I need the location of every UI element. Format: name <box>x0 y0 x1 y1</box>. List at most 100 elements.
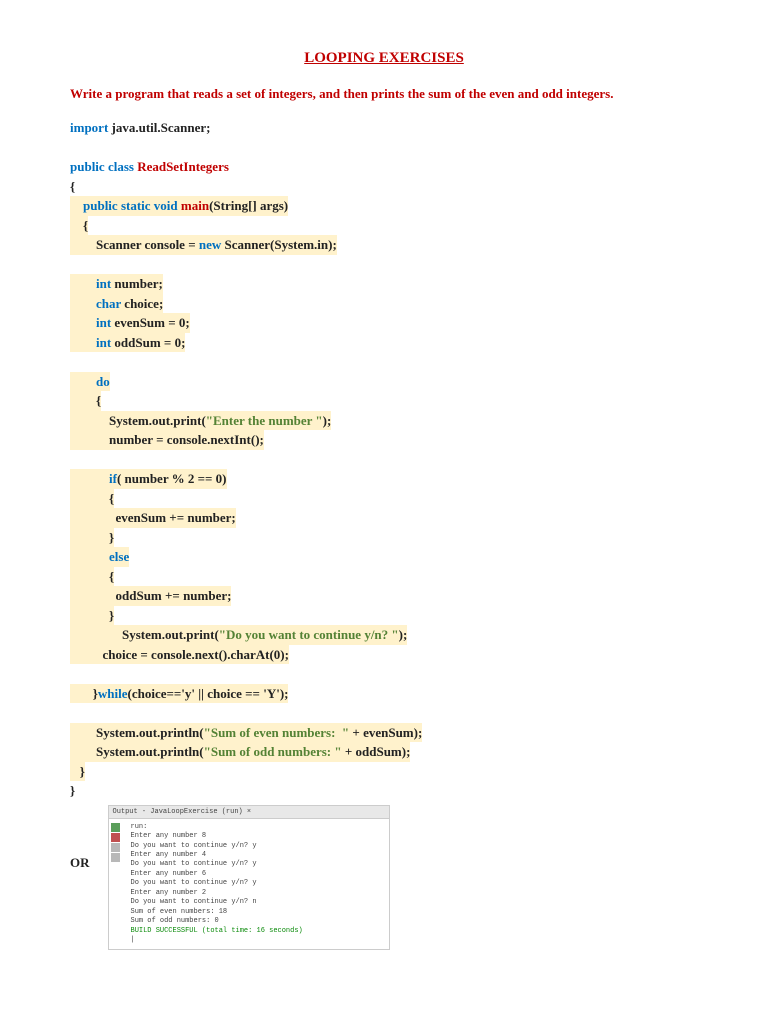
code-text: + oddSum); <box>342 744 411 759</box>
output-icon <box>111 853 120 862</box>
code-text: Scanner console = <box>70 237 199 252</box>
code-text: (String[] args) <box>209 198 288 213</box>
brace: { <box>70 179 75 194</box>
keyword-char: char <box>96 296 121 311</box>
code-text: ); <box>399 627 408 642</box>
keyword-int: int <box>96 315 111 330</box>
highlight-line: { <box>70 567 114 587</box>
output-build: BUILD SUCCESSFUL (total time: 16 seconds… <box>131 927 383 936</box>
code-text: System.out.print( <box>70 413 206 428</box>
code-text: evenSum += number; <box>70 510 236 525</box>
string-literal: "Sum of odd numbers: " <box>204 744 342 759</box>
highlight-line: System.out.print("Enter the number "); <box>70 411 331 431</box>
code-text: java.util.Scanner; <box>108 120 210 135</box>
highlight-line: oddSum += number; <box>70 586 231 606</box>
output-line: Do you want to continue y/n? y <box>131 879 383 888</box>
highlight-line: } <box>70 762 85 782</box>
output-content: run: Enter any number 8 Do you want to c… <box>115 823 383 946</box>
string-literal: "Enter the number " <box>206 413 323 428</box>
keyword-static: static <box>121 198 151 213</box>
code-text: number = console.nextInt(); <box>70 432 264 447</box>
highlight-line: } <box>70 528 114 548</box>
code-text: System.out.println( <box>70 725 204 740</box>
output-line: Enter any number 4 <box>131 851 383 860</box>
bottom-row: OR Output - JavaLoopExercise (run) × run… <box>70 805 698 951</box>
string-literal: "Do you want to continue y/n? " <box>219 627 399 642</box>
highlight-line: else <box>70 547 129 567</box>
brace: } <box>109 608 114 623</box>
highlight-line: if( number % 2 == 0) <box>70 469 227 489</box>
output-line: Enter any number 2 <box>131 889 383 898</box>
code-text: Scanner(System.in); <box>221 237 337 252</box>
code-text: + evenSum); <box>349 725 422 740</box>
brace: } <box>80 764 85 779</box>
code-text: oddSum = 0; <box>111 335 185 350</box>
keyword-if: if <box>109 471 117 486</box>
output-sidebar-icons <box>111 823 123 862</box>
highlight-line: } <box>70 606 114 626</box>
keyword-int: int <box>96 335 111 350</box>
or-label: OR <box>70 855 90 871</box>
code-text: ); <box>323 413 332 428</box>
string-literal: "Sum of even numbers: " <box>204 725 350 740</box>
highlight-line: public static void main(String[] args) <box>70 196 288 216</box>
keyword-new: new <box>199 237 221 252</box>
brace: } <box>109 530 114 545</box>
code-text: ( number % 2 == 0) <box>117 471 227 486</box>
page-title: LOOPING EXERCISES <box>70 50 698 67</box>
keyword-else: else <box>109 549 129 564</box>
code-text: System.out.println( <box>70 744 204 759</box>
output-screenshot: Output - JavaLoopExercise (run) × run: E… <box>108 805 390 951</box>
output-line: Do you want to continue y/n? n <box>131 898 383 907</box>
output-line: Enter any number 6 <box>131 870 383 879</box>
highlight-line: choice = console.next().charAt(0); <box>70 645 289 665</box>
document-page: LOOPING EXERCISES Write a program that r… <box>0 0 768 1024</box>
highlight-line: number = console.nextInt(); <box>70 430 264 450</box>
highlight-line: int evenSum = 0; <box>70 313 190 333</box>
highlight-line: }while(choice=='y' || choice == 'Y'); <box>70 684 288 704</box>
stop-icon <box>111 833 120 842</box>
output-header: Output - JavaLoopExercise (run) × <box>109 806 389 819</box>
output-line: Sum of even numbers: 18 <box>131 908 383 917</box>
output-line: Do you want to continue y/n? y <box>131 842 383 851</box>
method-main: main <box>181 198 209 213</box>
output-line: Enter any number 8 <box>131 832 383 841</box>
keyword-void: void <box>154 198 178 213</box>
brace: } <box>70 783 75 798</box>
output-line: Sum of odd numbers: 0 <box>131 917 383 926</box>
highlight-line: evenSum += number; <box>70 508 236 528</box>
keyword-import: import <box>70 120 108 135</box>
output-body: run: Enter any number 8 Do you want to c… <box>109 819 389 950</box>
run-icon <box>111 823 120 832</box>
highlight-line: { <box>70 489 114 509</box>
keyword-public: public <box>70 159 105 174</box>
code-text: evenSum = 0; <box>111 315 190 330</box>
class-name: ReadSetIntegers <box>137 159 229 174</box>
highlight-line: System.out.println("Sum of odd numbers: … <box>70 742 410 762</box>
code-text: oddSum += number; <box>70 588 231 603</box>
highlight-line: char choice; <box>70 294 163 314</box>
output-line: run: <box>131 823 383 832</box>
code-block: import java.util.Scanner; public class R… <box>70 118 698 801</box>
code-text: choice = console.next().charAt(0); <box>70 647 289 662</box>
highlight-line: System.out.print("Do you want to continu… <box>70 625 407 645</box>
problem-statement: Write a program that reads a set of inte… <box>70 85 698 103</box>
keyword-int: int <box>96 276 111 291</box>
keyword-class: class <box>108 159 134 174</box>
brace: { <box>109 569 114 584</box>
highlight-line: int oddSum = 0; <box>70 333 185 353</box>
code-text: (choice=='y' || choice == 'Y'); <box>128 686 289 701</box>
highlight-line: Scanner console = new Scanner(System.in)… <box>70 235 337 255</box>
cursor: | <box>131 936 383 945</box>
output-icon <box>111 843 120 852</box>
output-line: Do you want to continue y/n? y <box>131 860 383 869</box>
highlight-line: System.out.println("Sum of even numbers:… <box>70 723 422 743</box>
highlight-line: do <box>70 372 110 392</box>
brace: { <box>83 218 88 233</box>
brace: { <box>96 393 101 408</box>
keyword-public: public <box>83 198 118 213</box>
highlight-line: { <box>70 391 101 411</box>
keyword-while: while <box>98 686 128 701</box>
brace: { <box>109 491 114 506</box>
highlight-line: { <box>70 216 88 236</box>
